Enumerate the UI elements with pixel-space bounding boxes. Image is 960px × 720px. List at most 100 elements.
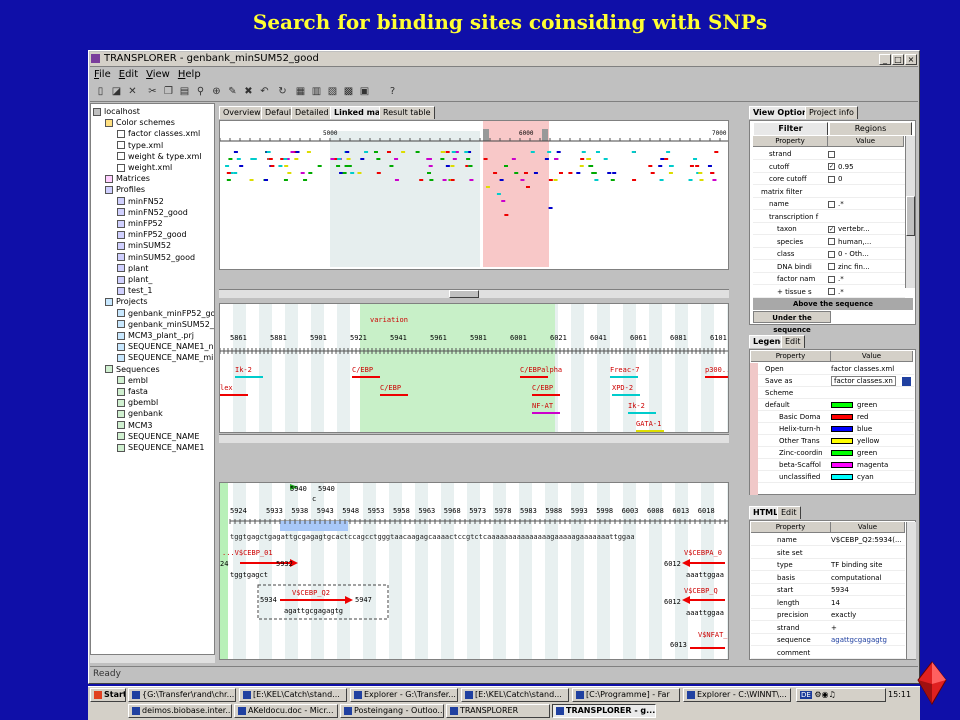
site5-name[interactable]: V$NFAT_C [698,631,728,639]
tree-item[interactable]: minFP52_good [117,229,187,240]
new-icon[interactable]: ▯ [93,85,108,100]
html-property-row[interactable]: precision exactly [751,609,905,621]
refresh-icon[interactable]: ↻ [275,85,290,100]
tab-project-info[interactable]: Project info [805,106,858,119]
binding-site-label[interactable]: NF-AT [532,402,553,410]
binding-site-bar[interactable] [235,376,263,378]
html-property-row[interactable]: start 5934 [751,584,905,596]
legend-open-row[interactable]: Open factor classes.xml [751,363,914,375]
close-button[interactable]: × [905,54,917,65]
legend-row[interactable]: beta-Scaffol magenta [751,459,914,471]
under-sequence-button[interactable]: Under the sequence [753,311,831,334]
tree-item[interactable]: localhost [93,106,140,117]
filter-checkbox[interactable] [828,150,835,158]
binding-site-bar[interactable] [636,430,664,432]
tree-item[interactable]: MCM3_plant_.prj [117,330,194,341]
binding-site-bar[interactable] [380,394,408,396]
legend-row[interactable]: Zinc-coordin green [751,447,914,459]
legend-row[interactable]: Other Trans yellow [751,435,914,447]
menu-help[interactable]: Help [174,68,205,81]
tree-hscrollbar[interactable] [90,654,215,663]
tab-detailed[interactable]: Detailed [291,106,333,119]
open-icon[interactable]: ◪ [109,85,124,100]
filter-row[interactable]: + tissue s .* [753,286,905,298]
binding-site-bar[interactable] [352,376,380,378]
filter-row[interactable]: matrix filter [753,186,905,198]
tree-item[interactable]: plant [117,263,148,274]
site4-name[interactable]: V$CEBP_Q [684,587,718,595]
taskbar-button[interactable]: Explorer - C:\WINNT\... [683,688,791,702]
binding-site-bar[interactable] [220,394,248,396]
tree-item[interactable]: minSUM52 [117,240,171,251]
site2-name[interactable]: V$CEBP_Q2 [292,589,330,597]
tree-item[interactable]: weight.xml [117,162,172,173]
language-indicator[interactable]: DE [800,691,812,699]
filter-checkbox[interactable] [828,250,835,258]
slide-nav-icon[interactable] [914,660,950,706]
menu-file[interactable]: File [90,68,115,81]
binding-site-label[interactable]: Ik-2 [235,366,252,374]
tree-item[interactable]: Profiles [105,184,145,195]
binding-site-label[interactable]: C/EBP [380,384,401,392]
filter-checkbox[interactable] [828,238,835,245]
html-property-row[interactable]: length 14 [751,597,905,609]
tree-item[interactable]: Matrices [105,173,150,184]
tree-item[interactable]: minFN52_good [117,207,188,218]
tree-item[interactable]: gbembl [117,397,158,408]
taskbar-button[interactable]: {G:\Transfer\rand\chr... [128,688,236,702]
filter-checkbox[interactable] [828,288,835,295]
view2-icon[interactable]: ▥ [309,85,324,100]
menu-edit[interactable]: Edit [115,68,142,81]
tree-item[interactable]: SEQUENCE_NAME1_n [117,341,214,352]
binding-site-bar[interactable] [520,376,548,378]
taskbar-button[interactable]: [C:\Programme] - Far [572,688,680,702]
view1-icon[interactable]: ▦ [293,85,308,100]
binding-site-bar[interactable] [532,394,560,396]
tab-result-table[interactable]: Result table [379,106,435,119]
tree-item[interactable]: fasta [117,386,148,397]
filter-row[interactable]: species human,... [753,236,905,248]
binding-site-bar[interactable] [532,412,560,414]
subtab-regions[interactable]: Regions [829,122,912,135]
html-property-row[interactable]: comment [751,647,905,659]
taskbar-button[interactable]: Explorer - G:\Transfer... [350,688,458,702]
help-icon[interactable]: ? [385,85,400,100]
view4-icon[interactable]: ▩ [341,85,356,100]
subtab-filter[interactable]: Filter [753,122,828,135]
tree-item[interactable]: factor classes.xml [117,128,200,139]
minimize-button[interactable]: _ [879,54,891,65]
binding-site-bar[interactable] [610,376,638,378]
tree-item[interactable]: minFP52 [117,218,163,229]
legend-row[interactable]: Helix-turn-h blue [751,423,914,435]
binding-site-label[interactable]: lex [220,384,233,392]
filter-scroll-thumb[interactable] [906,196,915,236]
tab-overview[interactable]: Overview [219,106,265,119]
site3-name[interactable]: V$CEBPA_0 [684,549,722,557]
filter-row[interactable]: class 0 - Oth... [753,248,905,260]
filter-value[interactable]: vertebr... [838,225,870,233]
html-property-row[interactable]: strand + [751,622,905,634]
tree-item[interactable]: genbank_minFP52_goo [117,308,214,319]
tool-icon[interactable]: ✎ [225,85,240,100]
maximize-button[interactable]: □ [892,54,904,65]
save-icon[interactable] [902,376,912,386]
tree-item[interactable]: minFN52 [117,196,164,207]
taskbar-button[interactable]: deimos.biobase.inter... [128,704,232,718]
legend-row[interactable]: unclassified cyan [751,471,914,483]
above-sequence-button[interactable]: Above the sequence [753,298,913,310]
filter-checkbox[interactable] [828,263,835,270]
find-icon[interactable]: ⚲ [193,85,208,100]
legend-scheme-row[interactable]: Scheme [751,387,914,399]
tree-item[interactable]: minSUM52_good [117,252,195,263]
filter-checkbox[interactable] [828,200,835,208]
view3-icon[interactable]: ▧ [325,85,340,100]
undo-icon[interactable]: ↶ [257,85,272,100]
overview-scroll-thumb[interactable] [449,290,479,298]
zoom-icon[interactable]: ⊕ [209,85,224,100]
tree-item[interactable]: Projects [105,296,148,307]
binding-site-label[interactable]: Ik-2 [628,402,645,410]
tree-item[interactable]: MCM3 [117,420,152,431]
taskbar-button[interactable]: [E:\KEL\Catch\stand... [461,688,569,702]
binding-site-bar[interactable] [628,412,656,414]
legend-saveas-value[interactable]: factor classes.xn [831,376,896,386]
